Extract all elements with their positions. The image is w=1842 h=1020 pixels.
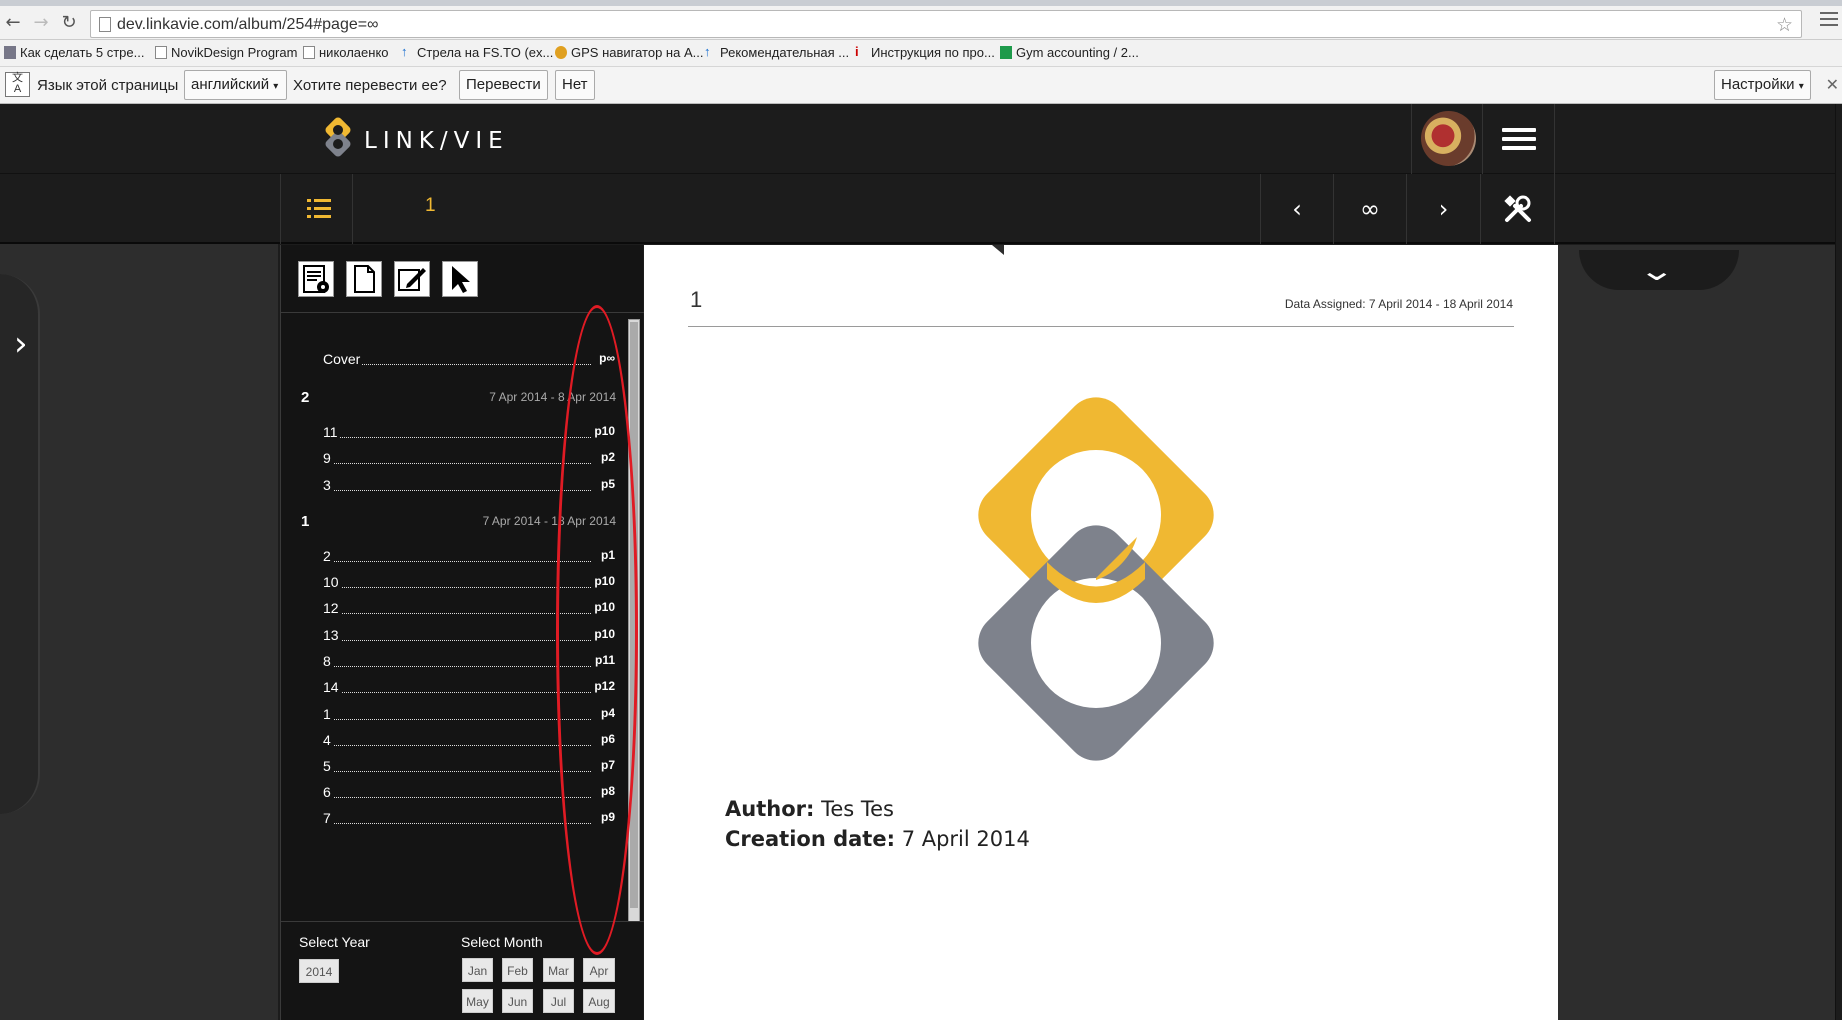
bookmark-item[interactable]: i Инструкция по про...	[855, 44, 995, 62]
data-assigned-text: Data Assigned: 7 April 2014 - 18 April 2…	[1284, 297, 1513, 311]
gps-icon	[555, 46, 567, 59]
tools-button[interactable]	[1480, 174, 1555, 244]
linkavie-logo[interactable]: LINK/VIE	[322, 114, 532, 164]
bookmark-item[interactable]: ↑ Рекомендательная ...	[704, 44, 849, 62]
toc-cover-row[interactable]: Cover p∞	[323, 351, 615, 371]
page-edge-notch	[992, 245, 1004, 255]
month-chip[interactable]: Apr	[583, 958, 615, 982]
bookmark-item[interactable]: GPS навигатор на А...	[555, 44, 703, 62]
author-value: Tes Tes	[821, 797, 894, 821]
month-chip[interactable]: Feb	[502, 958, 533, 982]
divider	[688, 326, 1514, 327]
arrow-up-icon: ↑	[401, 44, 408, 59]
page-icon	[303, 46, 315, 59]
spreadsheet-icon	[1000, 46, 1012, 59]
dropdown-arrow-icon: ▾	[273, 81, 279, 92]
author-line: Author: Tes Tes	[725, 797, 894, 821]
chevron-right-icon: ›	[1438, 195, 1449, 223]
bookmark-item[interactable]: николаенко	[303, 44, 389, 62]
browser-toolbar: ← → ↻ dev.linkavie.com/album/254#page=∞ …	[0, 0, 1842, 40]
forward-icon[interactable]: →	[30, 12, 52, 34]
panel-tools	[281, 245, 644, 313]
dropdown-arrow-icon: ▾	[1798, 81, 1804, 92]
edit-tool[interactable]	[394, 261, 430, 297]
window-edge	[1835, 104, 1836, 1020]
bookmark-item[interactable]: NovikDesign Program	[155, 44, 297, 62]
page-language-label: Язык этой страницы	[37, 77, 179, 94]
chevron-down-icon: ⌄	[1637, 254, 1676, 287]
bookmark-item[interactable]: Как сделать 5 стре...	[4, 44, 144, 62]
user-avatar-button[interactable]	[1411, 104, 1483, 174]
select-tool[interactable]	[442, 261, 478, 297]
avatar	[1421, 111, 1476, 166]
logo-mark-icon	[325, 117, 351, 157]
album-toolbar: 1 ‹ ∞ ›	[0, 174, 1836, 244]
page-icon	[155, 46, 167, 59]
linkavie-emblem-icon	[978, 397, 1214, 761]
month-chip[interactable]: Mar	[543, 958, 574, 982]
document-icon	[354, 265, 375, 293]
side-drawer-tab[interactable]: ›	[0, 244, 40, 814]
translate-button[interactable]: Перевести	[459, 70, 548, 100]
bookmark-item[interactable]: Gym accounting / 2...	[1000, 44, 1139, 62]
main-menu-button[interactable]	[1483, 104, 1555, 174]
edit-icon	[398, 268, 426, 291]
annotation-oval	[556, 305, 638, 955]
app-header: LINK/VIE	[0, 104, 1836, 174]
creation-date-value: 7 April 2014	[901, 827, 1030, 851]
bookmark-star-icon[interactable]: ☆	[1776, 14, 1793, 36]
address-bar[interactable]: dev.linkavie.com/album/254#page=∞ ☆	[90, 10, 1802, 38]
month-chip[interactable]: May	[462, 989, 493, 1013]
toc-toggle-button[interactable]	[280, 174, 353, 244]
current-page-number: 1	[425, 195, 436, 216]
all-pages-button[interactable]: ∞	[1333, 174, 1406, 244]
arrow-up-icon: ↑	[704, 44, 711, 59]
close-icon[interactable]: ✕	[1826, 75, 1839, 95]
logo-text: LINK/VIE	[364, 128, 509, 154]
collapse-tab[interactable]: ⌄	[1579, 250, 1739, 290]
translate-bar: 文A Язык этой страницы английский ▾ Хотит…	[0, 67, 1842, 104]
url-text[interactable]: dev.linkavie.com/album/254#page=∞	[117, 16, 379, 34]
bookmark-item[interactable]: ↑ Стрела на FS.TO (ex...	[401, 44, 553, 62]
chevron-left-icon: ‹	[1292, 195, 1302, 223]
info-icon: i	[855, 44, 859, 59]
translate-icon: 文A	[5, 72, 30, 97]
browser-menu-icon[interactable]	[1820, 12, 1838, 28]
bookmarks-bar: Как сделать 5 стре... NovikDesign Progra…	[0, 40, 1842, 67]
select-year-title: Select Year	[299, 934, 370, 950]
new-page-tool[interactable]	[346, 261, 382, 297]
infinity-icon: ∞	[1360, 195, 1380, 223]
tab-strip	[0, 0, 1842, 6]
page-settings-tool[interactable]	[298, 261, 334, 297]
language-select[interactable]: английский ▾	[184, 70, 287, 100]
year-chip[interactable]: 2014	[299, 959, 339, 983]
settings-dropdown[interactable]: Настройки ▾	[1714, 70, 1811, 100]
cursor-icon	[452, 266, 470, 293]
page-viewer: 1 Data Assigned: 7 April 2014 - 18 April…	[644, 245, 1836, 1020]
month-chip[interactable]: Aug	[583, 989, 615, 1013]
translate-question: Хотите перевести ее?	[293, 77, 447, 94]
wrench-icon	[1504, 195, 1531, 222]
page-settings-icon	[303, 265, 329, 293]
page-title: 1	[690, 287, 703, 312]
right-rail	[1558, 255, 1836, 1020]
back-icon[interactable]: ←	[2, 12, 24, 34]
month-chip[interactable]: Jan	[462, 958, 493, 982]
album-page: 1 Data Assigned: 7 April 2014 - 18 April…	[644, 245, 1558, 1020]
left-gutter	[0, 244, 278, 1020]
bookmark-favicon-icon	[4, 46, 16, 59]
page-icon	[99, 17, 111, 32]
select-month-title: Select Month	[461, 934, 543, 950]
no-translate-button[interactable]: Нет	[555, 70, 595, 100]
next-page-button[interactable]: ›	[1406, 174, 1480, 244]
month-chip[interactable]: Jul	[543, 989, 574, 1013]
chevron-right-icon: ›	[14, 324, 28, 364]
hamburger-icon	[1502, 128, 1536, 150]
list-icon	[307, 199, 331, 219]
prev-page-button[interactable]: ‹	[1260, 174, 1333, 244]
creation-date-line: Creation date: 7 April 2014	[725, 827, 1030, 851]
reload-icon[interactable]: ↻	[58, 12, 80, 34]
month-chip[interactable]: Jun	[502, 989, 533, 1013]
